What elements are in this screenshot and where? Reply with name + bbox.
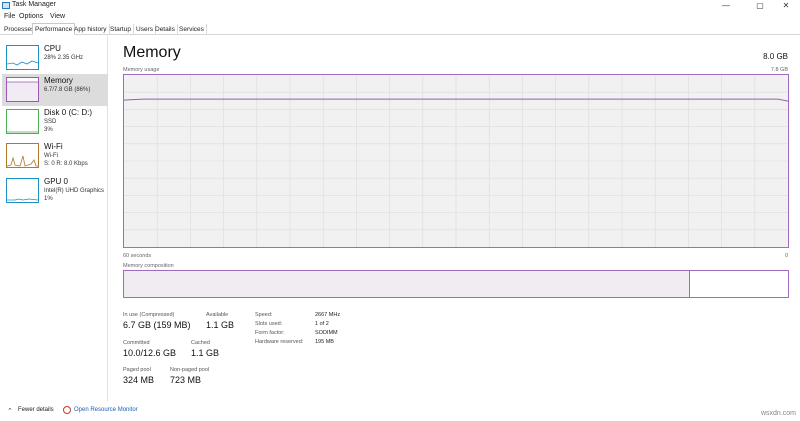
resource-sidebar: CPU 28% 2.35 GHz Memory 6.7/7.8 GB (86%)…: [0, 36, 108, 401]
sidebar-label: CPU: [44, 44, 61, 53]
page-title: Memory: [123, 44, 181, 61]
tab-performance[interactable]: Performance: [32, 23, 76, 35]
nonpaged-pool-label: Non-paged pool: [170, 367, 210, 373]
total-memory: 8.0 GB: [763, 52, 788, 61]
cached-label: Cached: [191, 340, 210, 346]
task-manager-icon: [2, 2, 10, 9]
speed-value: 2667 MHz: [315, 312, 341, 318]
memory-usage-graph: [123, 74, 789, 248]
available-label: Available: [206, 312, 229, 318]
hardware-reserved-value: 195 MB: [315, 339, 334, 345]
sidebar-detail: S: 0 R: 8.0 Kbps: [44, 161, 88, 167]
sidebar-label: GPU 0: [44, 177, 69, 186]
memory-graph-icon: [6, 77, 39, 102]
sidebar-item-disk[interactable]: Disk 0 (C: D:) SSD 3%: [2, 106, 108, 138]
sidebar-detail: 6.7/7.8 GB (86%): [44, 87, 91, 93]
fewer-details-link[interactable]: Fewer details: [18, 407, 54, 413]
watermark: wsxdn.com: [760, 410, 796, 417]
sidebar-detail: 1%: [44, 196, 53, 202]
menu-view[interactable]: View: [50, 13, 65, 20]
hardware-reserved-label: Hardware reserved:: [255, 339, 304, 345]
tab-services[interactable]: Services: [177, 24, 207, 35]
nonpaged-pool-value: 723 MB: [170, 375, 202, 385]
paged-pool-value: 324 MB: [123, 375, 155, 385]
title-bar: Task Manager — ▢ ✕: [0, 0, 800, 12]
maximize-button[interactable]: ▢: [746, 0, 774, 12]
slots-used-value: 1 of 2: [315, 321, 329, 327]
paged-pool-label: Paged pool: [123, 367, 151, 373]
menu-bar: File Options View: [0, 12, 800, 23]
sidebar-item-gpu[interactable]: GPU 0 Intel(R) UHD Graphics 1%: [2, 175, 108, 207]
menu-options[interactable]: Options: [19, 13, 43, 20]
cached-value: 1.1 GB: [191, 348, 220, 358]
window-title: Task Manager: [12, 1, 56, 8]
in-use-label: In use (Compressed): [123, 312, 175, 318]
sidebar-detail: 28% 2.35 GHz: [44, 55, 84, 61]
composition-label: Memory composition: [123, 263, 174, 269]
sidebar-item-wifi[interactable]: Wi-Fi Wi-Fi S: 0 R: 8.0 Kbps: [2, 140, 108, 172]
committed-label: Committed: [123, 340, 150, 346]
memory-composition-bar: [123, 270, 789, 298]
usage-graph-max: 7.8 GB: [770, 67, 788, 73]
sidebar-detail: 3%: [44, 127, 53, 133]
form-factor-label: Form factor:: [255, 330, 285, 336]
usage-graph-label: Memory usage: [123, 67, 160, 73]
disk-graph-icon: [6, 109, 39, 134]
sidebar-label: Disk 0 (C: D:): [44, 108, 92, 117]
committed-value: 10.0/12.6 GB: [123, 348, 177, 358]
graph-time-left: 60 seconds: [123, 253, 152, 259]
available-value: 1.1 GB: [206, 320, 235, 330]
gpu-graph-icon: [6, 178, 39, 203]
tab-startup[interactable]: Startup: [108, 24, 134, 35]
sidebar-label: Memory: [44, 76, 73, 85]
sidebar-item-cpu[interactable]: CPU 28% 2.35 GHz: [2, 42, 108, 74]
close-button[interactable]: ✕: [772, 0, 800, 12]
form-factor-value: SODIMM: [315, 330, 338, 336]
sidebar-label: Wi-Fi: [44, 142, 63, 151]
sidebar-item-memory[interactable]: Memory 6.7/7.8 GB (86%): [2, 74, 108, 106]
tab-details[interactable]: Details: [153, 24, 178, 35]
menu-file[interactable]: File: [4, 13, 15, 20]
sidebar-detail: Wi-Fi: [44, 153, 58, 159]
chevron-up-icon[interactable]: ⌃: [7, 407, 13, 415]
graph-time-right: 0: [784, 253, 788, 259]
sidebar-detail: SSD: [44, 119, 57, 125]
tab-strip: Processes Performance App history Startu…: [0, 23, 800, 35]
minimize-button[interactable]: —: [712, 0, 740, 12]
speed-label: Speed:: [255, 312, 273, 318]
in-use-value: 6.7 GB (159 MB): [123, 320, 191, 330]
wifi-graph-icon: [6, 143, 39, 168]
cpu-graph-icon: [6, 45, 39, 70]
footer-bar: ⌃ Fewer details Open Resource Monitor ws…: [0, 401, 800, 421]
slots-used-label: Slots used:: [255, 321, 283, 327]
resource-monitor-icon[interactable]: [63, 406, 71, 414]
composition-in-use: [124, 271, 690, 297]
sidebar-detail: Intel(R) UHD Graphics: [44, 188, 105, 194]
open-resource-monitor-link[interactable]: Open Resource Monitor: [74, 407, 138, 413]
tab-app-history[interactable]: App history: [72, 24, 110, 35]
